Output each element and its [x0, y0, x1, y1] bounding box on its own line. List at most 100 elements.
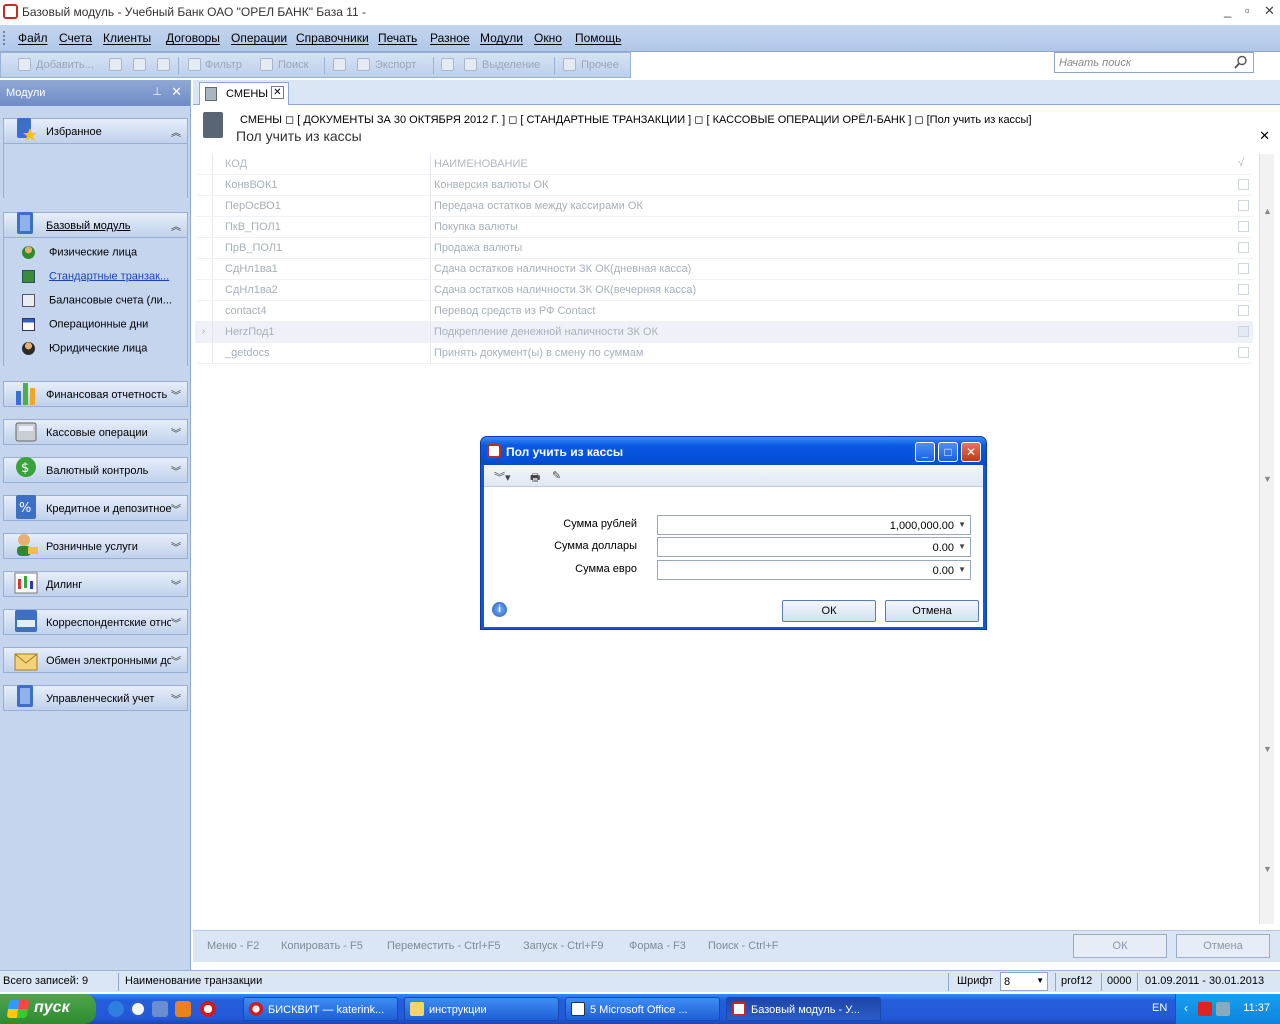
- row-checkbox[interactable]: [1238, 221, 1249, 232]
- row-checkbox[interactable]: [1238, 242, 1249, 253]
- sidebar-item-operational-days[interactable]: Операционные дни: [22, 318, 148, 331]
- menu-accounts[interactable]: Счета: [59, 31, 92, 45]
- row-checkbox[interactable]: [1238, 305, 1249, 316]
- tray-app-icon[interactable]: [1198, 1002, 1212, 1016]
- menu-help[interactable]: Помощь: [575, 31, 621, 45]
- close-icon[interactable]: ✕: [171, 84, 182, 100]
- dialog-maximize-button[interactable]: □: [938, 442, 958, 462]
- group-cash-operations[interactable]: Кассовые операции ︾: [3, 419, 188, 445]
- tray-arrow-icon[interactable]: ‹: [1184, 1001, 1188, 1015]
- table-row[interactable]: _getdocs Принять документ(ы) в смену по с…: [195, 343, 1253, 364]
- table-row[interactable]: КонвВОК1 Конверсия валюты ОК: [195, 175, 1253, 196]
- minimize-button[interactable]: _: [1224, 3, 1231, 18]
- dialog-cancel-button[interactable]: Отмена: [885, 600, 979, 622]
- dropdown-arrow-icon[interactable]: ▼: [958, 565, 966, 574]
- column-header-name[interactable]: НАИМЕНОВАНИЕ: [434, 158, 528, 170]
- tab-close-icon[interactable]: ✕: [271, 86, 284, 99]
- app-quicklaunch-icon[interactable]: [175, 1001, 191, 1017]
- ie-icon[interactable]: [108, 1001, 124, 1017]
- filter-button[interactable]: Фильтр: [205, 59, 242, 71]
- group-management-accounting[interactable]: Управленческий учет ︾: [3, 685, 188, 711]
- search-input[interactable]: Начать поиск: [1054, 52, 1254, 73]
- chevron-down-icon[interactable]: ︾▾: [494, 469, 511, 485]
- search-icon[interactable]: [1234, 55, 1248, 69]
- cancel-button[interactable]: Отмена: [1176, 934, 1270, 958]
- menu-window[interactable]: Окно: [534, 31, 562, 45]
- menu-modules[interactable]: Модули: [480, 31, 523, 45]
- edit-icon[interactable]: ✎: [552, 469, 561, 482]
- select-button[interactable]: Выделение: [482, 59, 540, 71]
- add-button[interactable]: Добавить...: [36, 59, 94, 71]
- pin-icon[interactable]: ⊥: [152, 85, 162, 98]
- close-icon[interactable]: ✕: [1259, 128, 1270, 144]
- hotkey-move[interactable]: Переместить - Ctrl+F5: [387, 940, 501, 952]
- dropdown-arrow-icon[interactable]: ▼: [958, 542, 966, 551]
- font-size-select[interactable]: 8 ▼: [1000, 972, 1048, 991]
- table-row[interactable]: ПрВ_ПОЛ1 Продажа валюты: [195, 238, 1253, 259]
- row-checkbox[interactable]: [1238, 284, 1249, 295]
- group-correspondent-relations[interactable]: Корреспондентские отношения ︾: [3, 609, 188, 635]
- group-favorites[interactable]: Избранное ︽: [3, 118, 188, 144]
- group-credit-deposit[interactable]: % Кредитное и депозитное ︾: [3, 495, 188, 521]
- tab-shifts[interactable]: СМЕНЫ ✕: [199, 82, 289, 105]
- menu-file[interactable]: Файл: [18, 31, 48, 45]
- maximize-button[interactable]: ▫: [1245, 3, 1250, 18]
- scroll-arrow-icon[interactable]: ▼: [1263, 744, 1272, 754]
- dropdown-arrow-icon[interactable]: ▼: [1036, 976, 1044, 985]
- scroll-up-arrow-icon[interactable]: ▲: [1263, 206, 1272, 216]
- table-row[interactable]: contact4 Перевод средств из РФ Contact: [195, 301, 1253, 322]
- task-opera[interactable]: БИСКВИТ — katerink...: [243, 997, 398, 1021]
- group-financial-reporting[interactable]: Финансовая отчетность ︾: [3, 381, 188, 407]
- hotkey-menu[interactable]: Меню - F2: [207, 940, 259, 952]
- rubles-field[interactable]: 1,000,000.00 ▼: [657, 515, 971, 535]
- group-retail-services[interactable]: Розничные услуги ︾: [3, 533, 188, 559]
- other-button[interactable]: Прочее: [581, 59, 619, 71]
- hotkey-search[interactable]: Поиск - Ctrl+F: [708, 940, 779, 952]
- menu-references[interactable]: Справочники: [296, 31, 369, 45]
- breadcrumb-path[interactable]: СМЕНЫ ◻ [ ДОКУМЕНТЫ ЗА 30 ОКТЯБРЯ 2012 Г…: [240, 113, 1032, 126]
- table-row[interactable]: СдНл1ва1 Сдача остатков наличности ЗК ОК(…: [195, 259, 1253, 280]
- row-checkbox[interactable]: [1238, 200, 1249, 211]
- column-header-code[interactable]: КОД: [225, 158, 247, 170]
- sidebar-item-balance-accounts[interactable]: Балансовые счета (ли...: [22, 294, 172, 307]
- opera-icon[interactable]: [200, 1001, 216, 1017]
- media-player-icon[interactable]: [130, 1001, 146, 1017]
- search-button[interactable]: Поиск: [278, 59, 308, 71]
- hotkey-form[interactable]: Форма - F3: [629, 940, 686, 952]
- group-electronic-documents[interactable]: Обмен электронными документами ︾: [3, 647, 188, 673]
- scroll-arrow-icon[interactable]: ▼: [1263, 474, 1272, 484]
- edit-icon[interactable]: [109, 58, 122, 71]
- export-button[interactable]: Экспорт: [375, 59, 416, 71]
- dialog-ok-button[interactable]: ОК: [782, 600, 876, 622]
- row-checkbox[interactable]: [1238, 326, 1249, 337]
- menu-operations[interactable]: Операции: [231, 31, 287, 45]
- task-office[interactable]: 5 Microsoft Office ...: [565, 997, 720, 1021]
- table-row[interactable]: ПерОсВО1 Передача остатков между кассирам…: [195, 196, 1253, 217]
- start-button[interactable]: пуск: [0, 994, 96, 1024]
- tray-network-icon[interactable]: [1216, 1002, 1230, 1016]
- group-currency-control[interactable]: $ Валютный контроль ︾: [3, 457, 188, 483]
- dialog-close-button[interactable]: ✕: [961, 442, 981, 462]
- sidebar-item-individuals[interactable]: Физические лица: [22, 246, 137, 259]
- delete-icon[interactable]: [157, 58, 170, 71]
- vertical-scrollbar[interactable]: ▲ ▼ ▼ ▼: [1259, 154, 1274, 924]
- table-row[interactable]: СдНл1ва2 Сдача остатков наличности ЗК ОК(…: [195, 280, 1253, 301]
- print-icon[interactable]: 🖶: [530, 469, 540, 488]
- view-icon[interactable]: [133, 58, 146, 71]
- task-folder[interactable]: инструкции: [404, 997, 559, 1021]
- menu-contracts[interactable]: Договоры: [166, 31, 220, 45]
- row-checkbox[interactable]: [1238, 347, 1249, 358]
- dropdown-arrow-icon[interactable]: ▼: [958, 520, 966, 529]
- dialog-minimize-button[interactable]: _: [915, 442, 935, 462]
- column-header-check[interactable]: √: [1238, 157, 1244, 169]
- info-icon[interactable]: i: [492, 602, 507, 617]
- dollars-field[interactable]: 0.00 ▼: [657, 537, 971, 557]
- menu-clients[interactable]: Клиенты: [103, 31, 151, 45]
- desktop-icon[interactable]: [152, 1001, 168, 1017]
- hotkey-copy[interactable]: Копировать - F5: [281, 940, 363, 952]
- refresh-icon[interactable]: [441, 58, 454, 71]
- menu-misc[interactable]: Разное: [430, 31, 470, 45]
- table-row[interactable]: ПкВ_ПОЛ1 Покупка валюты: [195, 217, 1253, 238]
- row-checkbox[interactable]: [1238, 263, 1249, 274]
- print-icon[interactable]: [333, 58, 346, 71]
